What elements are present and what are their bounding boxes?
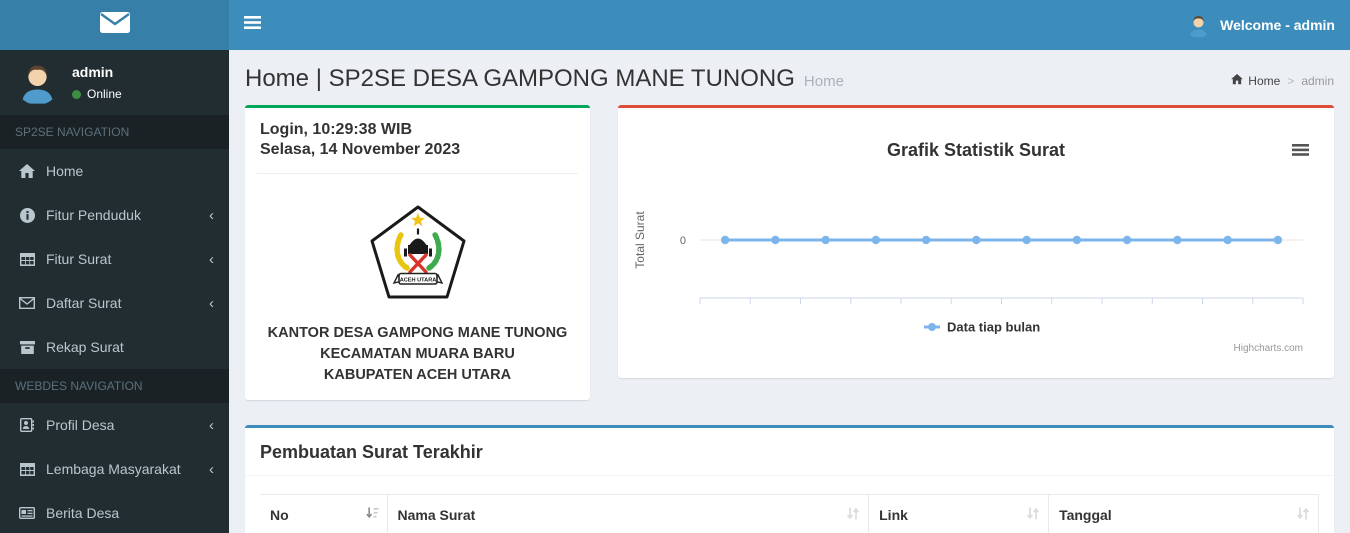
sidebar-avatar-icon: [15, 60, 60, 105]
login-date: Selasa, 14 November 2023: [260, 141, 461, 158]
sidebar-user-panel: admin Online: [0, 50, 229, 115]
sort-both-icon: [1296, 507, 1310, 524]
sidebar-item-lembaga-masyarakat[interactable]: Lembaga Masyarakat ‹: [0, 447, 229, 491]
sidebar-user-status[interactable]: Online: [72, 87, 122, 101]
table-icon: [18, 252, 36, 266]
sidebar-item-rekap-surat[interactable]: Rekap Surat: [0, 325, 229, 369]
table-header-row: No Nama Surat Link Tanggal: [260, 494, 1319, 533]
data-point: [821, 235, 830, 245]
data-point: [1022, 235, 1031, 245]
sidebar-user-name: admin: [72, 64, 114, 80]
surat-statistics-chart: Grafik Statistik Surat Total Surat 0 Data t…: [633, 140, 1309, 354]
envelope-logo-icon: [99, 11, 131, 39]
sidebar-toggle-button[interactable]: [229, 0, 275, 50]
sidebar-item-berita-desa[interactable]: Berita Desa: [0, 491, 229, 533]
hamburger-icon: [243, 16, 261, 34]
welcome-label: Welcome - admin: [1220, 17, 1335, 33]
data-point: [1173, 235, 1182, 245]
aceh-utara-crest-icon: ACEH UTARA: [368, 204, 468, 309]
top-row: Login, 10:29:38 WIB Selasa, 14 November …: [229, 105, 1350, 400]
chart-credits: Highcharts.com: [1234, 343, 1303, 354]
breadcrumb: Home > admin: [1231, 74, 1334, 88]
data-point: [1072, 235, 1082, 245]
data-point: [771, 235, 780, 245]
card-divider: [257, 173, 578, 174]
sidebar: admin Online SP2SE NAVIGATION Home Fitur…: [0, 50, 229, 533]
online-status-icon: [72, 89, 81, 99]
column-header-tanggal[interactable]: Tanggal: [1048, 494, 1319, 533]
chart-card: Grafik Statistik Surat Total Surat 0 Data t…: [618, 105, 1334, 378]
chevron-left-icon: ‹: [209, 250, 214, 268]
sidebar-item-daftar-surat[interactable]: Daftar Surat ‹: [0, 281, 229, 325]
sidebar-item-fitur-penduduk[interactable]: Fitur Penduduk ‹: [0, 193, 229, 237]
data-point: [1122, 235, 1132, 245]
info-circle-icon: [18, 207, 36, 223]
recent-letters-table: No Nama Surat Link Tanggal: [260, 494, 1319, 533]
envelope-icon: [18, 297, 36, 309]
sidebar-item-label: Home: [46, 163, 84, 179]
column-header-link[interactable]: Link: [868, 494, 1049, 533]
sidebar-item-label: Profil Desa: [46, 417, 115, 433]
login-time: Login, 10:29:38 WIB: [260, 121, 413, 138]
legend-label: Data tiap bulan: [947, 320, 1040, 335]
page-title: Home | SP2SE DESA GAMPONG MANE TUNONG: [245, 65, 795, 92]
top-navbar: Welcome - admin: [229, 0, 1350, 50]
office-line-1: KANTOR DESA GAMPONG MANE TUNONG: [267, 325, 568, 341]
data-point: [871, 235, 881, 245]
recent-letters-card: Pembuatan Surat Terakhir No Nama Surat L…: [245, 425, 1334, 533]
svg-text:Grafik Statistik Surat: Grafik Statistik Surat: [887, 140, 1065, 160]
chevron-left-icon: ‹: [209, 206, 214, 224]
newspaper-icon: [18, 507, 36, 519]
data-point: [1273, 235, 1283, 245]
sidebar-item-label: Lembaga Masyarakat: [46, 461, 181, 477]
chart-context-menu-icon: [1292, 153, 1309, 156]
sidebar-item-label: Fitur Surat: [46, 251, 112, 267]
column-header-nama-surat[interactable]: Nama Surat: [386, 494, 869, 533]
user-menu[interactable]: Welcome - admin: [1186, 0, 1335, 50]
office-line-2: KECAMATAN MUARA BARU: [320, 346, 515, 362]
content-wrapper: Home | SP2SE DESA GAMPONG MANE TUNONG Ho…: [229, 50, 1350, 533]
data-point: [1223, 235, 1232, 245]
id-card-icon: [18, 418, 36, 432]
sidebar-item-label: Rekap Surat: [46, 339, 124, 355]
sort-both-icon: [846, 507, 860, 524]
home-icon: [1231, 74, 1244, 88]
sidebar-item-home[interactable]: Home: [0, 149, 229, 193]
sort-active-icon: [365, 507, 379, 524]
content-header: Home | SP2SE DESA GAMPONG MANE TUNONG Ho…: [229, 50, 1350, 105]
recent-letters-title: Pembuatan Surat Terakhir: [260, 442, 483, 462]
main-header: Welcome - admin: [0, 0, 1350, 50]
archive-icon: [18, 340, 36, 354]
sidebar-section-sp2se: SP2SE NAVIGATION: [0, 115, 229, 149]
sidebar-item-profil-desa[interactable]: Profil Desa ‹: [0, 403, 229, 447]
app-logo[interactable]: [0, 0, 229, 50]
chart-context-menu-icon: [1292, 148, 1309, 152]
svg-text:Total Surat: Total Surat: [633, 211, 647, 269]
home-icon: [18, 163, 36, 179]
breadcrumb-home-link[interactable]: Home: [1231, 74, 1280, 88]
svg-text:0: 0: [680, 235, 686, 247]
crest-banner-text: ACEH UTARA: [399, 277, 436, 283]
breadcrumb-active: admin: [1301, 74, 1334, 88]
sidebar-section-webdes: WEBDES NAVIGATION: [0, 369, 229, 403]
chevron-left-icon: ‹: [209, 460, 214, 478]
sidebar-item-fitur-surat[interactable]: Fitur Surat ‹: [0, 237, 229, 281]
table-icon: [18, 462, 36, 476]
breadcrumb-separator: >: [1287, 74, 1295, 88]
sidebar-item-label: Berita Desa: [46, 505, 120, 521]
page-subtitle: Home: [803, 73, 844, 90]
sidebar-item-label: Daftar Surat: [46, 295, 122, 311]
user-avatar-icon: [1186, 13, 1211, 38]
data-point: [972, 235, 981, 245]
office-line-3: KABUPATEN ACEH UTARA: [323, 367, 512, 383]
sort-both-icon: [1026, 507, 1040, 524]
login-info-card: Login, 10:29:38 WIB Selasa, 14 November …: [245, 105, 590, 400]
chevron-left-icon: ‹: [209, 294, 214, 312]
data-point: [720, 235, 730, 245]
sidebar-item-label: Fitur Penduduk: [46, 207, 141, 223]
column-header-no[interactable]: No: [260, 495, 387, 533]
chevron-left-icon: ‹: [209, 416, 214, 434]
data-point: [921, 235, 931, 245]
chart-context-menu-icon: [1292, 144, 1309, 147]
